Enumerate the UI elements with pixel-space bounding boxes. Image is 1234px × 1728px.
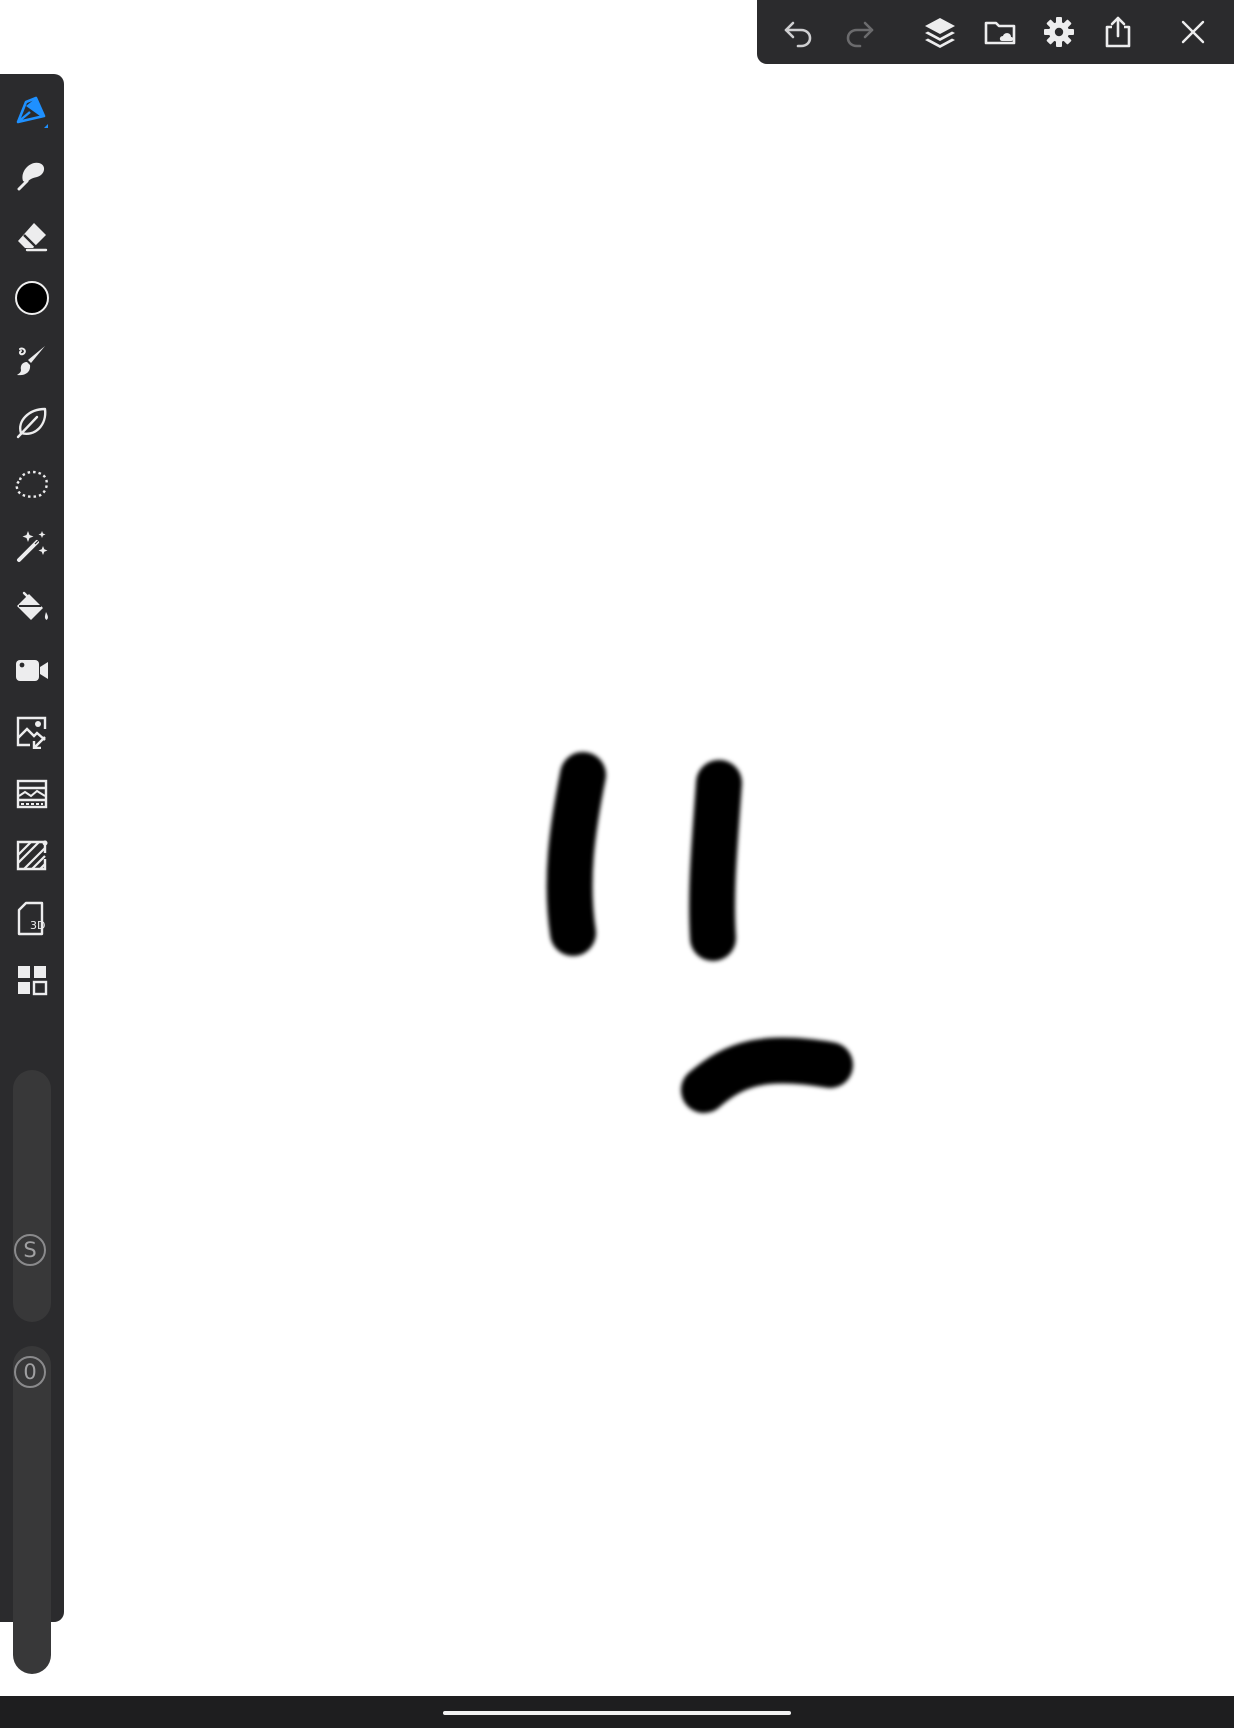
close-icon xyxy=(1181,20,1205,44)
system-bottom-bar xyxy=(0,1696,1234,1728)
smudge-icon xyxy=(17,162,45,191)
close-button[interactable] xyxy=(1171,10,1215,54)
texture-button[interactable] xyxy=(6,830,58,882)
lasso-selection-icon xyxy=(15,470,48,498)
magic-wand-icon xyxy=(17,531,48,562)
color-swatch-button[interactable] xyxy=(6,272,58,324)
opacity-slider-knob[interactable]: 0 xyxy=(14,1356,46,1388)
video-record-icon xyxy=(16,660,48,681)
3d-model-icon: 3D xyxy=(17,901,45,936)
settings-button[interactable] xyxy=(1037,10,1081,54)
size-slider-knob[interactable]: S xyxy=(14,1234,46,1266)
paint-bucket-icon xyxy=(17,591,48,620)
smudge-tool-button[interactable] xyxy=(6,148,58,200)
svg-text:3D: 3D xyxy=(30,919,45,932)
brush-library-icon xyxy=(17,346,45,376)
image-import-button[interactable] xyxy=(6,706,58,758)
redo-button[interactable] xyxy=(838,10,882,54)
brush-library-button[interactable] xyxy=(6,334,58,386)
leaf-stabilizer-icon xyxy=(16,407,47,439)
right-eye-stroke xyxy=(689,760,742,961)
undo-button[interactable] xyxy=(776,10,820,54)
3d-model-button[interactable]: 3D xyxy=(6,892,58,944)
magic-wand-button[interactable] xyxy=(6,520,58,572)
opacity-slider[interactable] xyxy=(13,1346,51,1674)
filter-button[interactable] xyxy=(6,768,58,820)
paint-bucket-button[interactable] xyxy=(6,582,58,634)
image-import-icon xyxy=(16,716,47,749)
share-button[interactable] xyxy=(1096,10,1140,54)
canvas-strokes xyxy=(546,752,853,1113)
gear-icon xyxy=(1044,17,1074,47)
undo-icon xyxy=(784,21,812,48)
top-toolbar xyxy=(757,0,1234,64)
layers-button[interactable] xyxy=(918,10,962,54)
more-tools-icon xyxy=(18,966,48,996)
filter-icon xyxy=(16,779,48,809)
layers-icon xyxy=(925,18,955,48)
redo-icon xyxy=(846,21,874,48)
gallery-button[interactable] xyxy=(978,10,1022,54)
home-indicator[interactable] xyxy=(443,1711,791,1715)
lasso-selection-button[interactable] xyxy=(6,458,58,510)
size-slider[interactable] xyxy=(13,1070,51,1322)
more-tools-button[interactable] xyxy=(6,954,58,1006)
eraser-tool-button[interactable] xyxy=(6,210,58,262)
color-swatch-icon xyxy=(15,281,49,315)
texture-icon xyxy=(16,840,48,871)
left-toolbar: 3D S 0 xyxy=(0,74,64,1674)
gallery-folder-icon xyxy=(984,21,1016,45)
pen-tool-button[interactable] xyxy=(6,86,58,138)
share-icon xyxy=(1105,16,1131,48)
eraser-icon xyxy=(18,223,48,252)
drawing-canvas[interactable] xyxy=(0,0,1234,1696)
left-eye-stroke xyxy=(546,752,606,956)
mouth-stroke xyxy=(681,1037,853,1113)
video-record-button[interactable] xyxy=(6,644,58,696)
stabilizer-button[interactable] xyxy=(6,396,58,448)
pen-tool-icon xyxy=(16,96,48,128)
